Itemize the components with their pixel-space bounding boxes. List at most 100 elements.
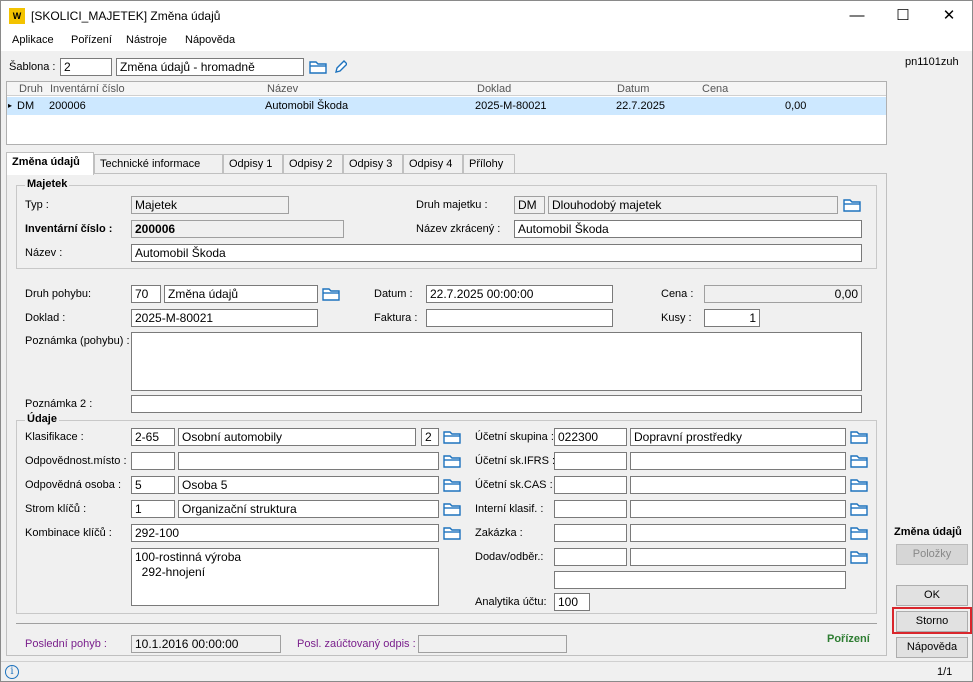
klasifikace-num[interactable]: 2 — [421, 428, 439, 446]
analytika-label: Analytika účtu: — [475, 596, 547, 608]
minimize-button[interactable]: — — [834, 1, 880, 31]
doklad-field[interactable]: 2025-M-80021 — [131, 309, 318, 327]
tab-prilohy[interactable]: Přílohy — [463, 154, 515, 174]
table-row[interactable]: ▸ DM 200006 Automobil Škoda 2025-M-80021… — [7, 97, 886, 115]
storno-button[interactable]: Storno — [896, 611, 968, 632]
tab-odpisy-3[interactable]: Odpisy 3 — [343, 154, 403, 174]
nazev-zkraceny-label: Název zkrácený : — [416, 223, 501, 235]
ifrs-folder-icon[interactable] — [850, 454, 868, 468]
grid-header-doklad[interactable]: Doklad — [477, 83, 511, 95]
klasifikace-folder-icon[interactable] — [443, 430, 461, 444]
druh-majetku-folder-icon[interactable] — [843, 198, 861, 212]
grid-header-datum[interactable]: Datum — [617, 83, 649, 95]
strom-folder-icon[interactable] — [443, 502, 461, 516]
strom-code[interactable]: 1 — [131, 500, 175, 518]
asset-grid: Druh Inventární číslo Název Doklad Datum… — [6, 81, 887, 145]
row-inv: 200006 — [49, 100, 86, 112]
menu-napoveda[interactable]: Nápověda — [185, 34, 235, 46]
menu-nastroje[interactable]: Nástroje — [126, 34, 167, 46]
faktura-label: Faktura : — [374, 312, 418, 324]
grid-header-cena[interactable]: Cena — [702, 83, 728, 95]
druh-majetku-label: Druh majetku : — [416, 199, 488, 211]
menu-porizeni[interactable]: Pořízení — [71, 34, 112, 46]
kombinace-line-2: 292-hnojení — [135, 565, 206, 579]
druh-pohybu-folder-icon[interactable] — [322, 287, 340, 301]
klasifikace-code[interactable]: 2-65 — [131, 428, 175, 446]
ucetni-skupina-code[interactable]: 022300 — [554, 428, 627, 446]
edit-pencil-icon[interactable] — [333, 59, 347, 75]
kombinace-folder-icon[interactable] — [443, 526, 461, 540]
polozky-button[interactable]: Položky — [896, 544, 968, 565]
odp-misto-name[interactable] — [178, 452, 439, 470]
odp-osoba-name[interactable]: Osoba 5 — [178, 476, 439, 494]
zakazka-name[interactable] — [630, 524, 846, 542]
ifrs-code[interactable] — [554, 452, 627, 470]
close-button[interactable]: ✕ — [926, 1, 972, 31]
poznamka-textarea[interactable] — [131, 332, 862, 391]
ifrs-name[interactable] — [630, 452, 846, 470]
tab-odpisy-2[interactable]: Odpisy 2 — [283, 154, 343, 174]
right-panel-title: Změna údajů — [894, 526, 962, 538]
kusy-label: Kusy : — [661, 312, 692, 324]
kombinace-list[interactable]: 100-rostinná výroba 292-hnojení — [131, 548, 439, 606]
dodav-folder-icon[interactable] — [850, 550, 868, 564]
ifrs-label: Účetní sk.IFRS : — [475, 455, 556, 467]
ok-button[interactable]: OK — [896, 585, 968, 606]
grid-header-nazev[interactable]: Název — [267, 83, 298, 95]
maximize-button[interactable]: ☐ — [880, 1, 926, 31]
nazev-field[interactable]: Automobil Škoda — [131, 244, 862, 262]
odp-osoba-folder-icon[interactable] — [443, 478, 461, 492]
row-druh: DM — [17, 100, 35, 112]
druh-pohybu-label: Druh pohybu: — [25, 288, 92, 300]
title-bar: W [SKOLICI_MAJETEK] Změna údajů — ☐ ✕ — [1, 1, 972, 31]
zakazka-folder-icon[interactable] — [850, 526, 868, 540]
interni-code[interactable] — [554, 500, 627, 518]
kombinace-field[interactable]: 292-100 — [131, 524, 439, 542]
cas-folder-icon[interactable] — [850, 478, 868, 492]
dodav-code[interactable] — [554, 548, 627, 566]
page-indicator: 1/1 — [937, 666, 953, 678]
tab-zmena-udaju[interactable]: Změna údajů — [6, 152, 94, 175]
tab-odpisy-4[interactable]: Odpisy 4 — [403, 154, 463, 174]
menu-bar: Aplikace Pořízení Nástroje Nápověda — [1, 31, 972, 51]
dodav-label: Dodav/odběr.: — [475, 551, 544, 563]
klasifikace-name[interactable]: Osobní automobily — [178, 428, 416, 446]
strom-name[interactable]: Organizační struktura — [178, 500, 439, 518]
sablona-number-field[interactable]: 2 — [60, 58, 112, 76]
ucetni-skupina-name[interactable]: Dopravní prostředky — [630, 428, 846, 446]
interni-folder-icon[interactable] — [850, 502, 868, 516]
mode-indicator: Pořízení — [827, 633, 870, 645]
poznamka2-field[interactable] — [131, 395, 862, 413]
grid-header-druh[interactable]: Druh — [19, 83, 43, 95]
napoveda-button[interactable]: Nápověda — [896, 637, 968, 658]
druh-pohybu-name[interactable]: Změna údajů — [164, 285, 318, 303]
tab-technicke-informace[interactable]: Technické informace — [94, 154, 223, 174]
interni-name[interactable] — [630, 500, 846, 518]
sablona-folder-icon[interactable] — [309, 60, 327, 74]
zakazka-code[interactable] — [554, 524, 627, 542]
tab-odpisy-1[interactable]: Odpisy 1 — [223, 154, 283, 174]
grid-header-inv[interactable]: Inventární číslo — [50, 83, 125, 95]
ucetni-skupina-folder-icon[interactable] — [850, 430, 868, 444]
kusy-field[interactable]: 1 — [704, 309, 760, 327]
analytika-field[interactable]: 100 — [554, 593, 590, 611]
info-icon[interactable]: i — [5, 665, 19, 679]
dodav-name[interactable] — [630, 548, 846, 566]
poznamka2-label: Poznámka 2 : — [25, 398, 93, 410]
odp-osoba-code[interactable]: 5 — [131, 476, 175, 494]
odp-misto-folder-icon[interactable] — [443, 454, 461, 468]
datum-field[interactable]: 22.7.2025 00:00:00 — [426, 285, 613, 303]
cas-name[interactable] — [630, 476, 846, 494]
sablona-name-field[interactable]: Změna údajů - hromadně — [116, 58, 304, 76]
druh-majetku-code: DM — [514, 196, 545, 214]
dodav-detail-field[interactable] — [554, 571, 846, 589]
menu-aplikace[interactable]: Aplikace — [12, 34, 54, 46]
odp-misto-code[interactable] — [131, 452, 175, 470]
nazev-zkraceny-field[interactable]: Automobil Škoda — [514, 220, 862, 238]
cas-code[interactable] — [554, 476, 627, 494]
kombinace-label: Kombinace klíčů : — [25, 527, 112, 539]
druh-pohybu-code[interactable]: 70 — [131, 285, 161, 303]
inv-label: Inventární číslo : — [25, 223, 113, 235]
cena-field: 0,00 — [704, 285, 862, 303]
faktura-field[interactable] — [426, 309, 613, 327]
